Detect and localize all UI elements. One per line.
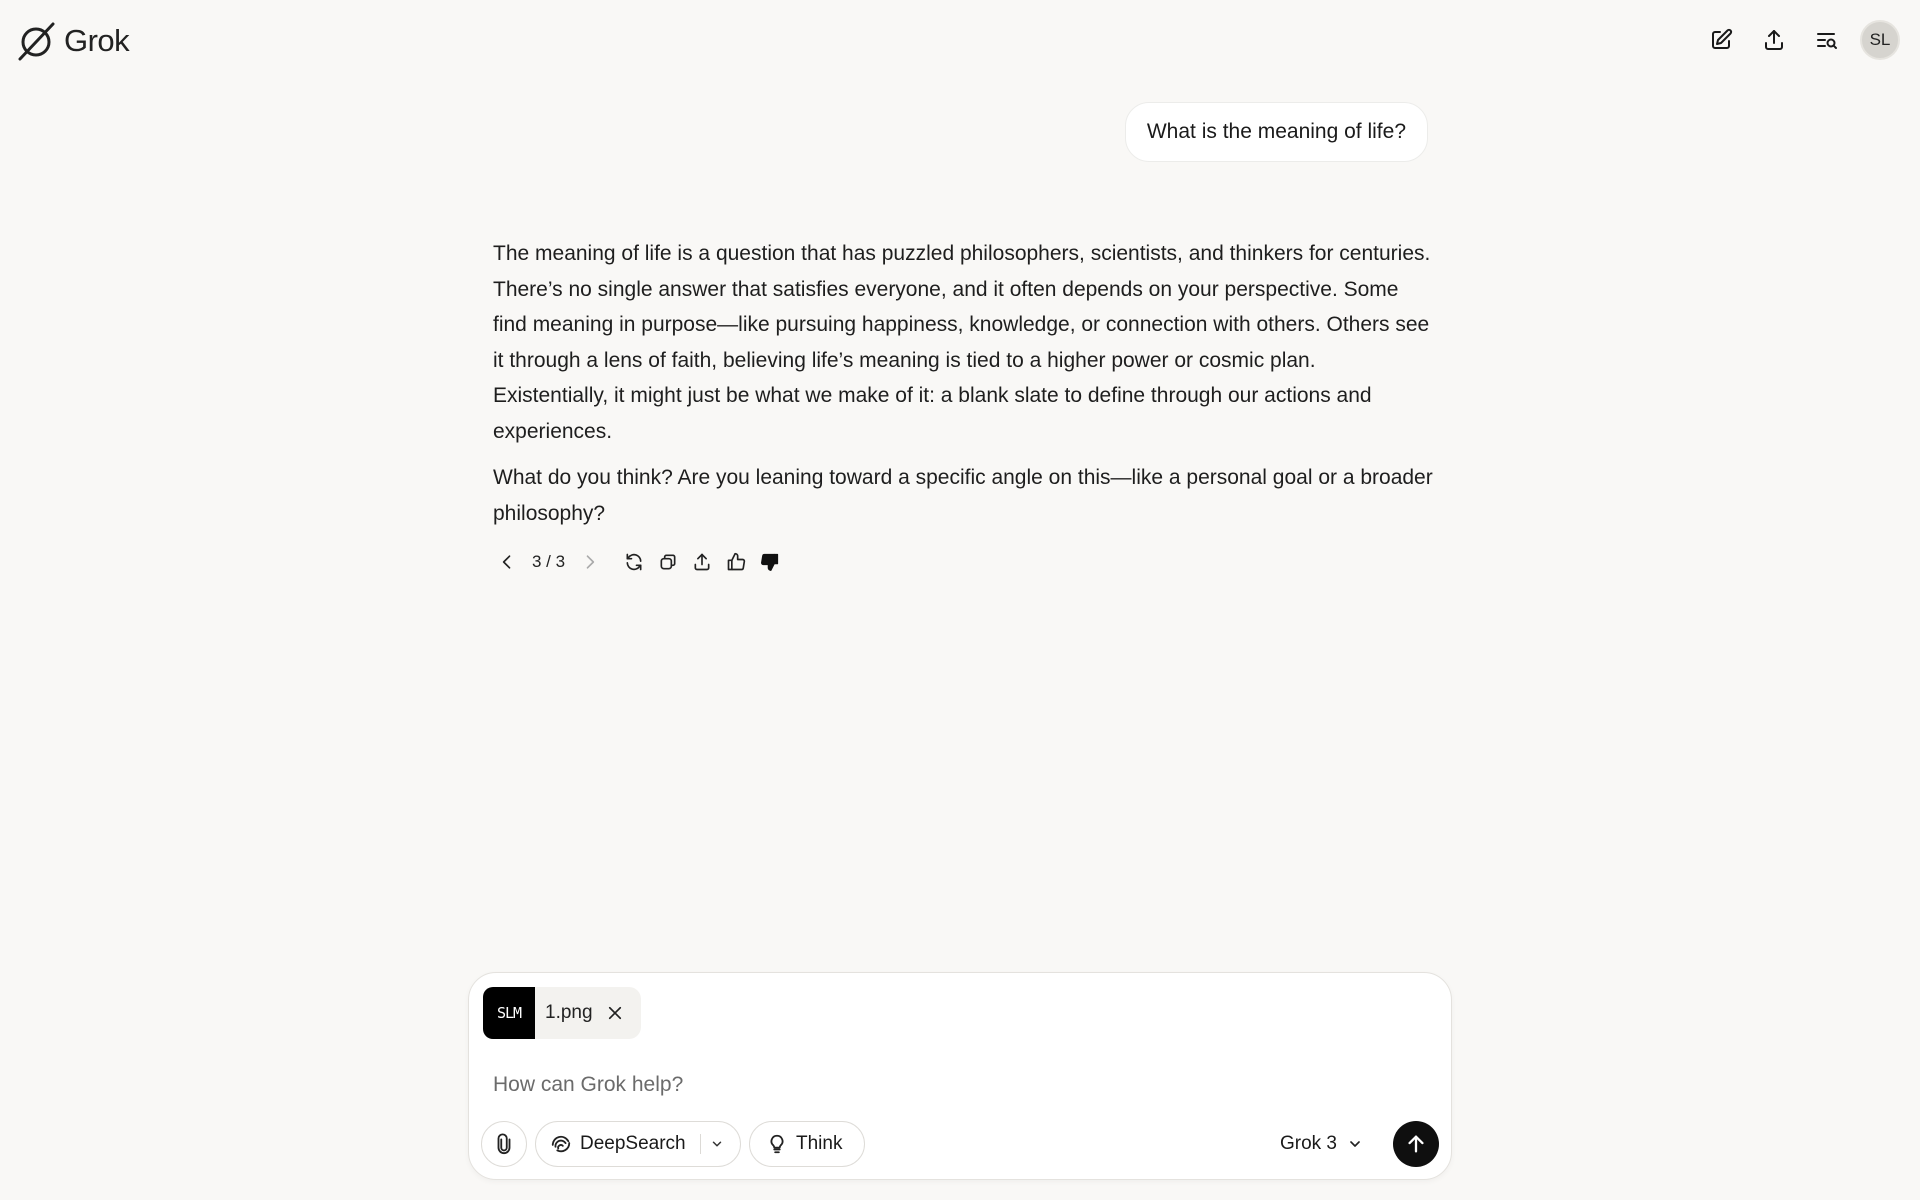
copy-button[interactable] [651,545,685,579]
attachment-thumbnail: SLM [483,987,535,1039]
think-button[interactable]: Think [749,1121,865,1167]
history-search-icon [1817,33,1837,49]
share-response-button[interactable] [685,545,719,579]
composer: SLM 1.png DeepSearch Think [468,972,1452,1180]
like-button[interactable] [719,545,753,579]
next-response-button[interactable] [573,545,607,579]
dislike-button[interactable] [753,545,787,579]
avatar[interactable]: SL [1860,20,1900,60]
model-selector[interactable]: Grok 3 [1280,1121,1363,1167]
chevron-right-icon [586,555,595,569]
edit-icon [1712,28,1733,49]
app-name: Grok [64,23,130,58]
arrow-up-icon [1408,1135,1424,1153]
composer-toolbar: DeepSearch Think Grok 3 [481,1121,1439,1167]
attach-button[interactable] [481,1121,527,1167]
remove-attachment-button[interactable] [603,1001,627,1025]
assistant-message: The meaning of life is a question that h… [493,236,1433,531]
grok-logo[interactable]: Grok [16,20,130,62]
deepsearch-button[interactable]: DeepSearch [535,1121,741,1167]
divider [699,1134,701,1154]
deepsearch-icon [551,1135,571,1153]
grok-logo-icon [18,22,55,61]
paperclip-icon [497,1133,511,1154]
response-pager: 3 / 3 [532,552,566,571]
lightbulb-icon [770,1134,784,1154]
regenerate-button[interactable] [617,545,651,579]
chevron-down-icon [1350,1141,1360,1147]
deepsearch-label: DeepSearch [580,1133,686,1154]
share-icon [694,553,710,571]
history-search-button[interactable] [1807,20,1847,60]
close-icon [608,1006,621,1020]
think-label: Think [796,1133,843,1154]
thumbs-up-icon [727,552,746,571]
message-actions: 3 / 3 [490,545,787,579]
attachment-filename: 1.png [545,1002,593,1023]
share-button[interactable] [1754,20,1794,60]
prompt-input[interactable] [493,1065,1393,1105]
previous-response-button[interactable] [490,545,524,579]
new-chat-button[interactable] [1701,20,1741,60]
top-actions: SL [1701,20,1900,60]
assistant-paragraph: What do you think? Are you leaning towar… [493,466,1433,525]
user-message: What is the meaning of life? [1124,102,1428,162]
chevron-left-icon [502,555,511,569]
chevron-down-icon [712,1141,721,1147]
regenerate-icon [626,553,642,571]
model-label: Grok 3 [1279,1133,1337,1154]
send-button[interactable] [1393,1121,1439,1167]
deepsearch-options-button[interactable] [707,1134,727,1154]
top-bar: Grok SL [0,0,1920,80]
assistant-paragraph: The meaning of life is a question that h… [493,242,1431,443]
copy-icon [660,554,676,570]
attachment-chip[interactable]: SLM 1.png [483,987,641,1039]
share-icon [1765,30,1783,50]
thumbs-down-icon [761,553,779,571]
